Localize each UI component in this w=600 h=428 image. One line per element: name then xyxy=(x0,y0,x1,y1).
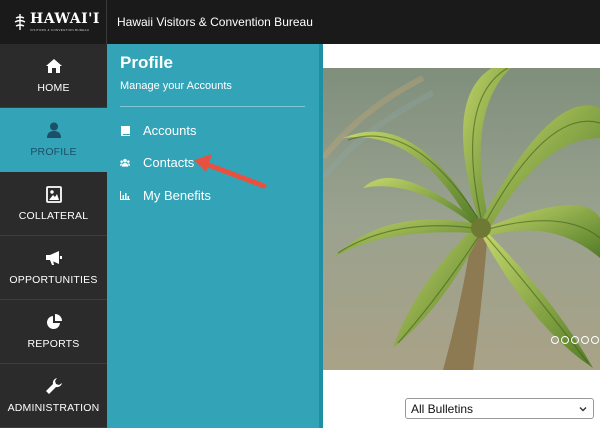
nav-label: ADMINISTRATION xyxy=(7,402,100,414)
hawaii-logo-icon xyxy=(14,14,26,30)
bulletin-filter-select[interactable]: All Bulletins xyxy=(405,398,594,419)
user-icon xyxy=(45,121,63,139)
nav-item-home[interactable]: HOME xyxy=(0,44,107,108)
subnav-item-accounts[interactable]: Accounts xyxy=(120,123,196,138)
nav-item-profile[interactable]: PROFILE xyxy=(0,108,107,172)
left-nav: HOME PROFILE COLLATERAL OPPORTUNITIES RE… xyxy=(0,44,107,428)
carousel-dot[interactable] xyxy=(571,336,579,344)
users-icon xyxy=(120,158,130,168)
logo-text: HAWAI'I xyxy=(30,11,100,27)
chevron-down-icon xyxy=(579,407,587,412)
megaphone-icon xyxy=(45,249,63,267)
profile-subpanel: Profile Manage your Accounts Accounts Co… xyxy=(107,44,323,428)
carousel-dot[interactable] xyxy=(581,336,589,344)
app-title: Hawaii Visitors & Convention Bureau xyxy=(117,15,313,29)
nav-item-reports[interactable]: REPORTS xyxy=(0,300,107,364)
carousel-indicators xyxy=(551,336,599,344)
subnav-label: Accounts xyxy=(143,123,197,138)
pie-chart-icon xyxy=(45,313,63,331)
nav-item-opportunities[interactable]: OPPORTUNITIES xyxy=(0,236,107,300)
carousel-dot[interactable] xyxy=(561,336,569,344)
nav-label: PROFILE xyxy=(30,146,77,158)
nav-label: COLLATERAL xyxy=(18,210,89,222)
nav-item-collateral[interactable]: COLLATERAL xyxy=(0,172,107,236)
bar-chart-icon xyxy=(120,191,130,201)
top-bar: HAWAI'I VISITORS & CONVENTION BUREAU Haw… xyxy=(0,0,600,44)
logo[interactable]: HAWAI'I VISITORS & CONVENTION BUREAU xyxy=(0,0,107,44)
carousel-dot[interactable] xyxy=(591,336,599,344)
bulletin-filter-value: All Bulletins xyxy=(411,401,474,416)
palm-tree-image xyxy=(323,68,600,370)
subpanel-description: Manage your Accounts xyxy=(120,80,232,92)
carousel-dot[interactable] xyxy=(551,336,559,344)
book-icon xyxy=(120,125,130,136)
nav-label: HOME xyxy=(37,82,70,94)
subnav-label: Contacts xyxy=(143,155,195,170)
subnav-item-contacts[interactable]: Contacts xyxy=(120,155,194,170)
subpanel-title: Profile xyxy=(120,53,173,72)
hero-image xyxy=(323,68,600,370)
annotation-arrow-icon xyxy=(194,154,267,189)
wrench-icon xyxy=(45,377,63,395)
nav-item-administration[interactable]: ADMINISTRATION xyxy=(0,364,107,428)
nav-label: REPORTS xyxy=(27,338,80,350)
divider xyxy=(120,106,305,107)
nav-label: OPPORTUNITIES xyxy=(9,274,98,286)
logo-subtext: VISITORS & CONVENTION BUREAU xyxy=(30,28,90,32)
home-icon xyxy=(45,57,63,75)
image-icon xyxy=(45,185,63,203)
